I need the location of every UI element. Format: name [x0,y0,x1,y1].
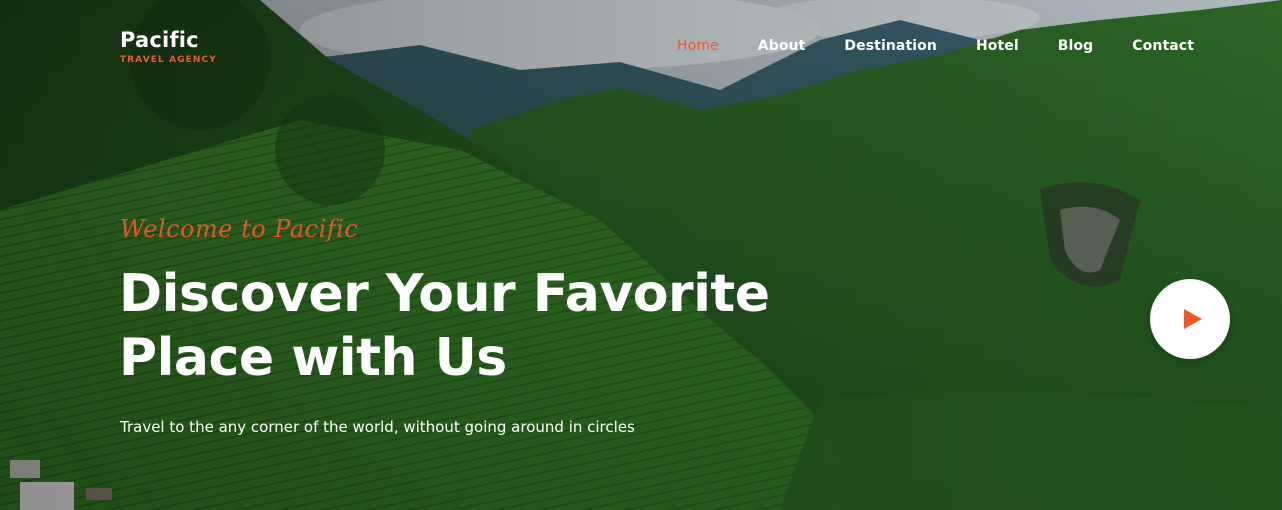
hero-subtitle: Travel to the any corner of the world, w… [120,418,635,436]
nav-item-about[interactable]: About [758,38,806,54]
brand-tagline: TRAVEL AGENCY [120,55,217,65]
brand-logo[interactable]: Pacific TRAVEL AGENCY [120,28,217,65]
main-nav: Home About Destination Hotel Blog Contac… [638,38,1194,54]
hero-headline-line-2: Place with Us [119,328,507,388]
hero-section: Pacific TRAVEL AGENCY Home About Destina… [0,0,1282,510]
nav-item-blog[interactable]: Blog [1058,38,1094,54]
welcome-text: Welcome to Pacific [120,215,359,243]
nav-item-home[interactable]: Home [677,38,719,54]
hero-headline: Discover Your Favorite Place with Us [119,262,819,390]
nav-item-contact[interactable]: Contact [1132,38,1194,54]
brand-name: Pacific [120,28,199,52]
nav-item-hotel[interactable]: Hotel [976,38,1019,54]
play-icon [1183,309,1202,329]
play-video-button[interactable] [1150,279,1230,359]
nav-item-destination[interactable]: Destination [844,38,937,54]
hero-headline-line-1: Discover Your Favorite [119,264,770,324]
